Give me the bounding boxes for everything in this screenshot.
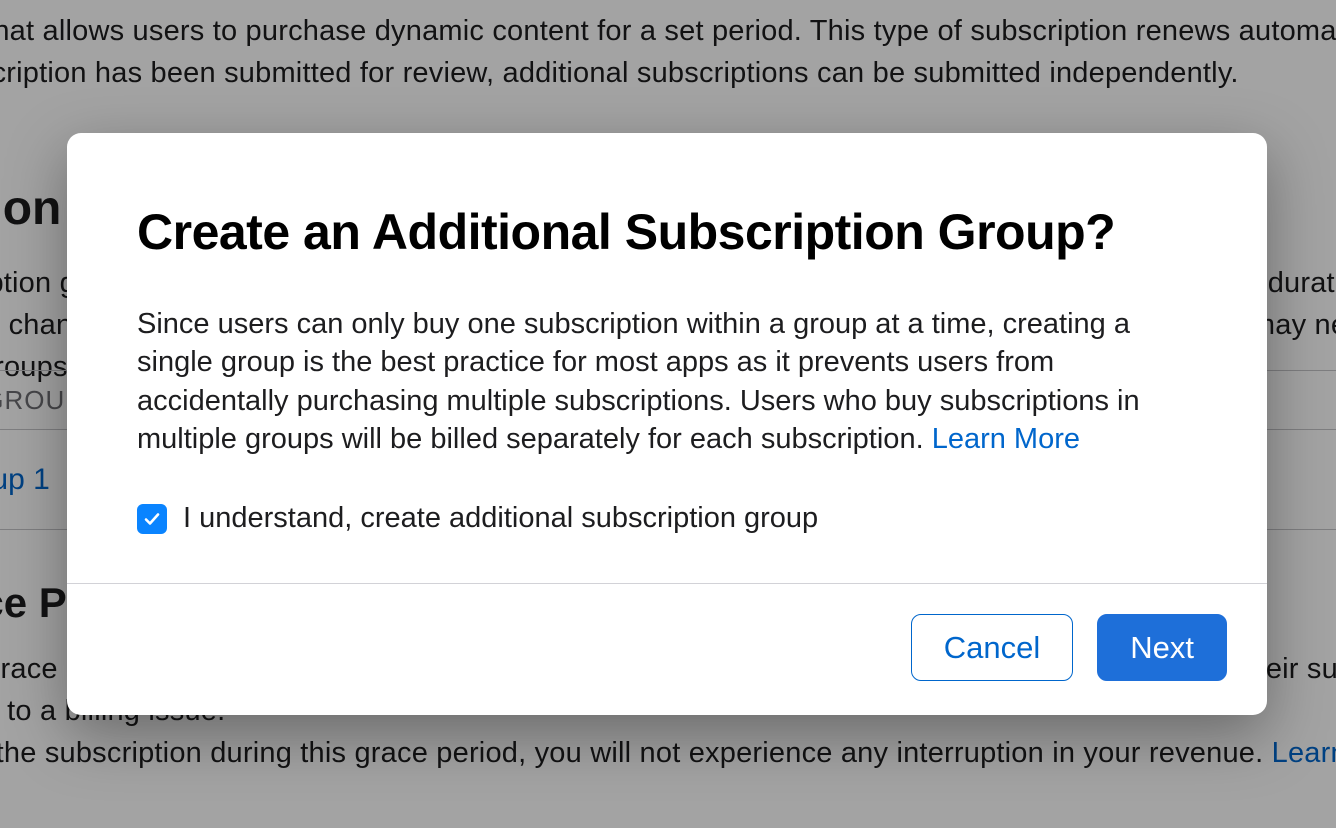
confirm-checkbox-row[interactable]: I understand, create additional subscrip… bbox=[137, 502, 1197, 535]
modal-title: Create an Additional Subscription Group? bbox=[137, 203, 1197, 261]
create-subscription-group-modal: Create an Additional Subscription Group?… bbox=[67, 133, 1267, 715]
confirm-checkbox-label: I understand, create additional subscrip… bbox=[183, 502, 818, 535]
checkmark-icon bbox=[142, 509, 162, 529]
modal-footer: Cancel Next bbox=[67, 583, 1267, 715]
confirm-checkbox[interactable] bbox=[137, 504, 167, 534]
modal-description: Since users can only buy one subscriptio… bbox=[137, 305, 1197, 458]
modal-learn-more-link[interactable]: Learn More bbox=[932, 423, 1080, 455]
cancel-button[interactable]: Cancel bbox=[911, 614, 1074, 681]
modal-body: Create an Additional Subscription Group?… bbox=[67, 133, 1267, 583]
next-button[interactable]: Next bbox=[1097, 614, 1227, 681]
